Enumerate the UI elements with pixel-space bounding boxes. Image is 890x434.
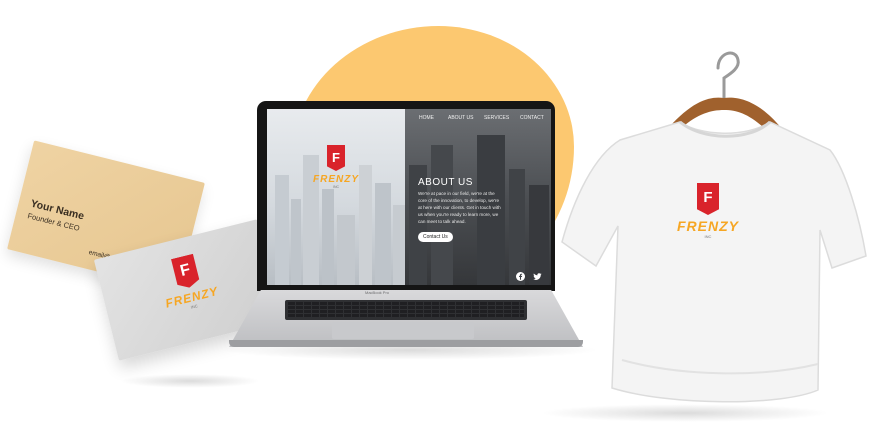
logo-wordmark: FRENZY — [313, 174, 359, 185]
shirt-logo: F FRENZY INC — [670, 183, 746, 239]
skyline-building — [275, 175, 289, 285]
logo-shield-icon: F — [171, 254, 201, 291]
about-title: ABOUT US — [418, 177, 473, 188]
laptop-base-edge — [229, 340, 583, 347]
keyboard-row — [288, 310, 524, 313]
skyline-building — [322, 189, 334, 285]
card-logo: F FRENZY INC — [153, 249, 224, 316]
nav-home[interactable]: HOME — [419, 115, 434, 121]
logo-mark: F — [178, 260, 192, 280]
nav-about-us[interactable]: ABOUT US — [448, 115, 473, 121]
website-hero-left: F FRENZY INC — [267, 109, 405, 285]
about-body: We're at pace in our field, we're at the… — [418, 191, 501, 224]
skyline-building — [393, 205, 405, 285]
logo-shield-icon: F — [697, 183, 719, 215]
logo-sub: INC — [704, 234, 712, 239]
t-shirt-body — [561, 121, 867, 403]
keyboard-row — [288, 302, 524, 305]
skyline-building — [337, 215, 355, 285]
laptop-model-label: MacBook Pro — [365, 290, 390, 295]
laptop-screen: F FRENZY INC HOME ABOUT US SERVICES CONT… — [267, 109, 551, 285]
keyboard-row — [288, 314, 524, 317]
laptop-keyboard — [285, 300, 527, 320]
facebook-icon[interactable] — [516, 272, 525, 281]
logo-sub: INC — [332, 185, 340, 189]
logo-mark: F — [332, 149, 340, 165]
logo-wordmark: FRENZY — [677, 218, 739, 234]
cards-shadow — [120, 374, 260, 388]
skyline-building — [509, 169, 525, 285]
website-logo: F FRENZY INC — [307, 145, 365, 189]
logo-shield-icon: F — [327, 145, 345, 171]
logo-mark: F — [703, 188, 713, 206]
skyline-building — [291, 199, 301, 285]
nav-services[interactable]: SERVICES — [484, 115, 509, 121]
keyboard-row — [288, 306, 524, 309]
mockup-scene: Your Name Founder & CEO email@ F FRENZY … — [0, 0, 890, 434]
skyline-building — [375, 183, 391, 285]
contact-us-button[interactable]: Contact Us — [418, 232, 453, 242]
laptop-trackpad — [332, 322, 474, 339]
